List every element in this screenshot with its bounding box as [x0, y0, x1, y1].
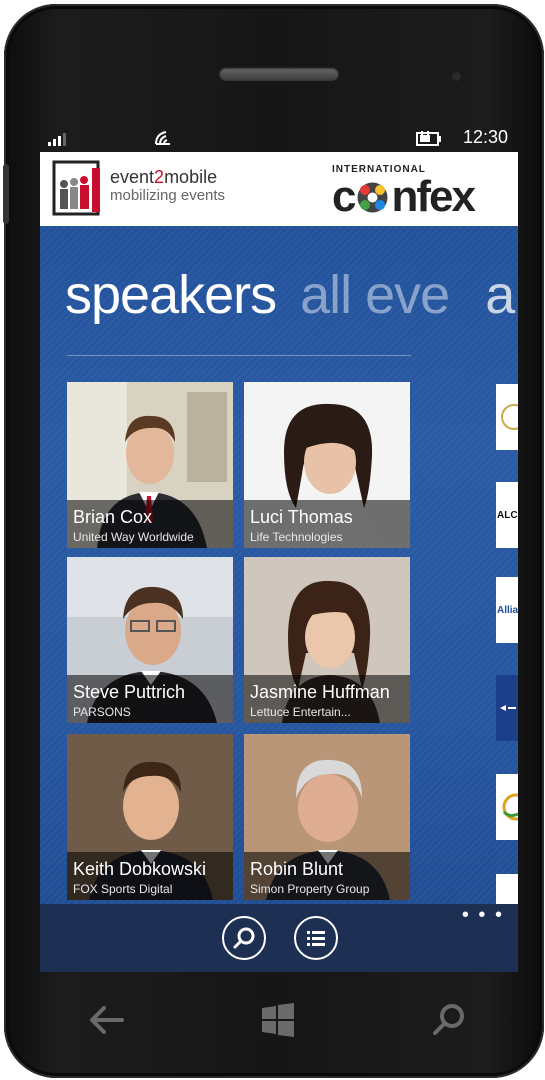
- sponsor-logo: [501, 404, 518, 430]
- speaker-org: PARSONS: [73, 705, 131, 719]
- search-icon[interactable]: [418, 990, 478, 1050]
- header-banner: event2mobile mobilizing events INTERNATI…: [40, 152, 518, 226]
- sponsor-tile[interactable]: [496, 675, 518, 741]
- more-menu-button[interactable]: • • •: [462, 905, 504, 925]
- speaker-name: Robin Blunt: [250, 859, 344, 879]
- sponsor-tile[interactable]: [496, 874, 518, 904]
- event2mobile-logo: [52, 160, 100, 216]
- pivot-divider: [67, 355, 411, 356]
- earpiece-speaker: [219, 67, 339, 81]
- back-arrow-icon[interactable]: [78, 990, 138, 1050]
- pivot-item-next[interactable]: a: [485, 265, 515, 325]
- speaker-name: Luci Thomas: [250, 507, 353, 527]
- sponsor-logo: [500, 705, 516, 711]
- list-button[interactable]: [294, 916, 338, 960]
- speaker-tile[interactable]: Robin Blunt Simon Property Group: [244, 734, 410, 900]
- speaker-name: Steve Puttrich: [73, 682, 186, 702]
- confex-logo: c nfex: [332, 172, 476, 221]
- pivot-item-all-events[interactable]: all eve: [300, 265, 450, 325]
- speaker-org: FOX Sports Digital: [73, 882, 173, 896]
- speaker-tile[interactable]: Jasmine Huffman Lettuce Entertain...: [244, 557, 410, 723]
- brand-tagline: mobilizing events: [110, 187, 226, 204]
- speaker-name: Keith Dobkowski: [73, 859, 207, 879]
- speaker-name: Brian Cox: [73, 507, 153, 527]
- sponsor-tile[interactable]: [496, 384, 518, 450]
- app-bar: • • •: [40, 904, 518, 972]
- sponsor-logo-text: ALC: [497, 510, 518, 521]
- search-icon: [233, 927, 255, 949]
- confex-o-icon: [357, 182, 388, 213]
- speaker-tile[interactable]: Keith Dobkowski FOX Sports Digital: [67, 734, 233, 900]
- pivot-header: speakers all eve a: [65, 264, 515, 326]
- speaker-tile[interactable]: Steve Puttrich PARSONS: [67, 557, 233, 723]
- speaker-org: Lettuce Entertain...: [250, 705, 351, 719]
- speaker-org: Life Technologies: [250, 530, 343, 544]
- speaker-tile[interactable]: Luci Thomas Life Technologies: [244, 382, 410, 548]
- search-button[interactable]: [222, 916, 266, 960]
- wifi-icon: [155, 131, 170, 145]
- list-icon: [307, 931, 325, 946]
- sponsor-logo-text: Allian: [497, 605, 518, 616]
- signal-icon: [48, 133, 66, 146]
- sponsor-logo: [502, 793, 518, 821]
- speaker-org: Simon Property Group: [250, 882, 370, 896]
- status-bar: 12:30: [40, 124, 518, 152]
- speaker-name: Jasmine Huffman: [250, 682, 390, 702]
- windows-start-icon[interactable]: [248, 990, 308, 1050]
- brand-title: event2mobile: [110, 167, 218, 187]
- sponsor-tile[interactable]: ALC: [496, 482, 518, 548]
- speaker-tile[interactable]: Brian Cox United Way Worldwide: [67, 382, 233, 548]
- clock: 12:30: [462, 127, 508, 147]
- battery-charging-icon: [416, 131, 441, 146]
- sponsor-tile[interactable]: Allian: [496, 577, 518, 643]
- speaker-org: United Way Worldwide: [73, 530, 194, 544]
- pivot-item-speakers[interactable]: speakers: [65, 265, 277, 325]
- app-screen: event2mobile mobilizing events INTERNATI…: [40, 152, 518, 972]
- volume-button: [3, 164, 9, 224]
- sponsor-tile[interactable]: [496, 774, 518, 840]
- front-camera: [452, 72, 461, 81]
